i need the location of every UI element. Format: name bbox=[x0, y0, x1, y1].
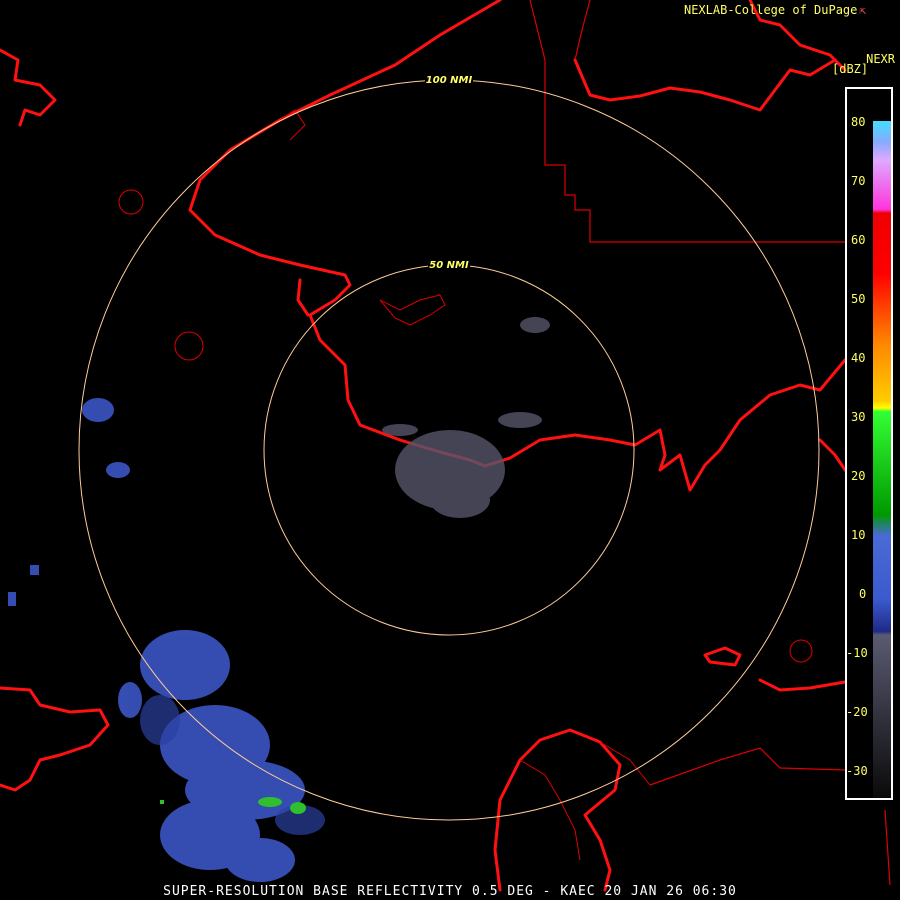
scale-tick: -10 bbox=[846, 646, 868, 660]
color-scale-bar bbox=[845, 87, 893, 800]
radar-echoes bbox=[8, 317, 550, 882]
unit-label: [dBZ] bbox=[832, 62, 869, 76]
scale-tick: 70 bbox=[851, 174, 866, 188]
product-label: NEXR bbox=[866, 52, 895, 66]
scale-tick: 60 bbox=[851, 233, 866, 247]
scale-tick: 30 bbox=[851, 410, 866, 424]
credit-label: NEXLAB-College of DuPage bbox=[683, 3, 858, 17]
range-ring-label-50: 50 NMI bbox=[429, 260, 469, 271]
scale-tick: 80 bbox=[851, 115, 866, 129]
scale-tick: 40 bbox=[851, 351, 866, 365]
credit-text: NEXLAB-College of DuPage ⇱ bbox=[684, 3, 866, 17]
external-link-icon[interactable]: ⇱ bbox=[859, 4, 866, 17]
product-caption: SUPER-RESOLUTION BASE REFLECTIVITY 0.5 D… bbox=[163, 884, 737, 899]
scale-tick: 50 bbox=[851, 292, 866, 306]
scale-tick: -30 bbox=[846, 764, 868, 778]
scale-tick: 0 bbox=[859, 587, 867, 601]
radar-map: 100 NMI 50 NMI bbox=[0, 0, 891, 892]
boundary-lines bbox=[529, 0, 891, 886]
range-ring-label-100: 100 NMI bbox=[426, 75, 473, 86]
scale-tick: -20 bbox=[846, 705, 868, 719]
scale-tick: 10 bbox=[851, 528, 866, 542]
scale-tick: 20 bbox=[851, 469, 866, 483]
